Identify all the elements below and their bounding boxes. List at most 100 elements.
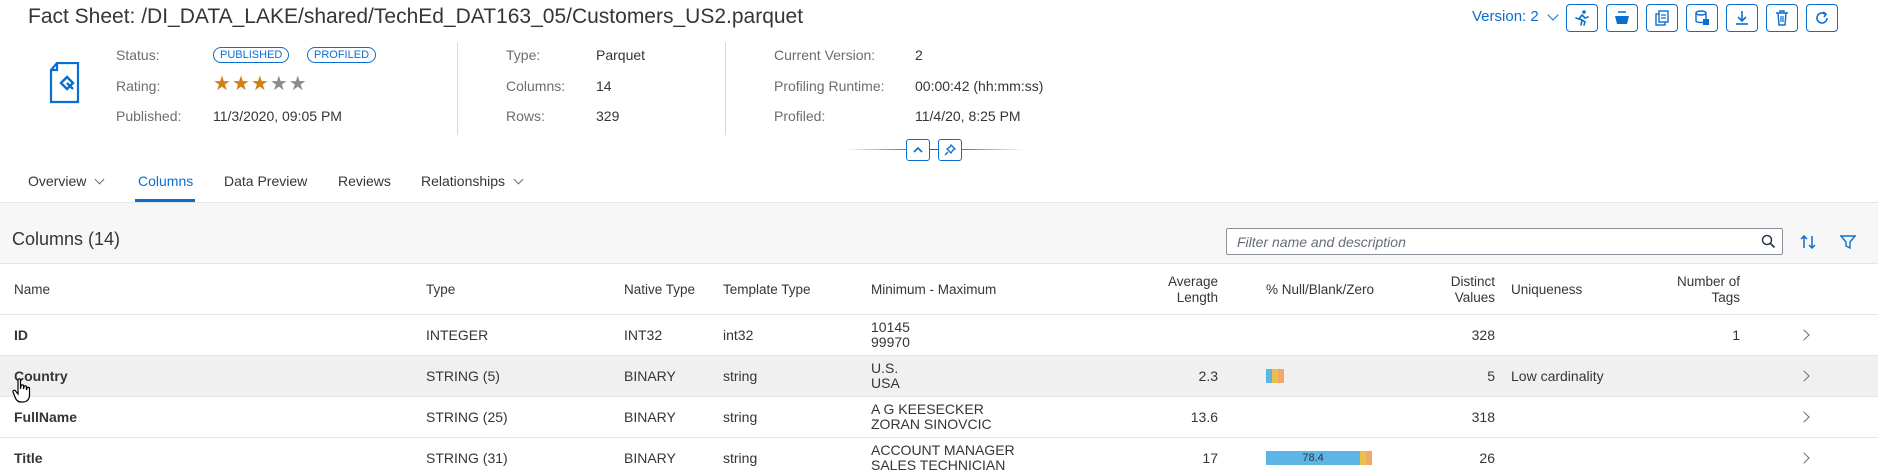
cell-max: USA <box>871 375 900 391</box>
collapse-header-button[interactable] <box>906 139 930 161</box>
chevron-right-icon[interactable] <box>1798 452 1810 464</box>
object-header: Fact Sheet: /DI_DATA_LAKE/shared/TechEd_… <box>0 0 1878 205</box>
rows-value: 329 <box>596 108 620 124</box>
table-row[interactable]: Country STRING (5) BINARY string U.S. US… <box>0 356 1878 397</box>
cell-min: 10145 <box>871 319 910 335</box>
column-header-line: Distinct <box>1450 274 1495 289</box>
section-title: Columns (14) <box>12 229 121 249</box>
table-header: Name Type Native Type Template Type Mini… <box>0 263 1878 315</box>
prepare-button[interactable] <box>1606 4 1638 32</box>
column-header-uniqueness[interactable]: Uniqueness <box>1511 282 1582 298</box>
star-icon: ★ <box>250 73 269 95</box>
tab-columns[interactable]: Columns <box>138 173 193 189</box>
tab-label: Columns <box>138 173 194 189</box>
document-icon <box>49 62 80 104</box>
status-badge-profiled: PROFILED <box>307 47 377 63</box>
download-button[interactable] <box>1726 4 1758 32</box>
tab-label: Reviews <box>338 173 391 189</box>
status-label: Status: <box>116 47 160 63</box>
cell-average-length: 17 <box>1202 450 1218 466</box>
cell-type: STRING (31) <box>426 450 508 466</box>
tab-reviews[interactable]: Reviews <box>338 173 391 189</box>
chevron-up-icon <box>913 146 923 153</box>
table-row[interactable]: Title STRING (31) BINARY string ACCOUNT … <box>0 438 1878 471</box>
columns-label: Columns: <box>506 78 566 94</box>
current-version-label: Current Version: <box>774 47 876 63</box>
columns-table: Name Type Native Type Template Type Mini… <box>0 263 1878 471</box>
table-row[interactable]: ID INTEGER INT32 int32 10145 99970 328 1 <box>0 315 1878 356</box>
profiling-runtime-value: 00:00:42 (hh:mm:ss) <box>915 78 1044 94</box>
column-header-distinct-values[interactable]: Distinct Values <box>1420 274 1495 306</box>
column-header-name[interactable]: Name <box>14 282 50 298</box>
chevron-right-icon[interactable] <box>1798 411 1810 423</box>
cell-name: ID <box>14 327 28 343</box>
database-copy-button[interactable] <box>1686 4 1718 32</box>
star-icon: ★ <box>213 73 231 95</box>
rating-label: Rating: <box>116 78 161 94</box>
divider <box>457 42 458 135</box>
cell-average-length: 2.3 <box>1198 368 1218 384</box>
download-icon <box>1736 11 1748 25</box>
cell-min-max: 10145 99970 <box>871 320 910 350</box>
chevron-down-icon <box>1547 8 1559 21</box>
column-header-min-max[interactable]: Minimum - Maximum <box>871 282 996 298</box>
version-select[interactable]: Version: 2 <box>1472 8 1559 25</box>
null-blank-zero-bar <box>1266 369 1284 383</box>
chevron-right-icon[interactable] <box>1798 370 1810 382</box>
search-icon[interactable] <box>1754 229 1782 254</box>
column-header-type[interactable]: Type <box>426 282 455 298</box>
refresh-button[interactable] <box>1806 4 1838 32</box>
chevron-right-icon[interactable] <box>1798 329 1810 341</box>
cell-distinct-values: 5 <box>1487 368 1495 384</box>
run-icon <box>1575 10 1589 26</box>
pin-header-button[interactable] <box>938 139 962 161</box>
table-row[interactable]: FullName STRING (25) BINARY string A G K… <box>0 397 1878 438</box>
cell-type: STRING (5) <box>426 368 500 384</box>
search-field[interactable] <box>1226 228 1783 255</box>
type-value: Parquet <box>596 47 646 63</box>
cell-native-type: BINARY <box>624 450 676 466</box>
cell-distinct-values: 26 <box>1479 450 1495 466</box>
tab-overview[interactable]: Overview <box>28 173 105 189</box>
star-icon: ★ <box>269 73 288 95</box>
column-header-number-of-tags[interactable]: Number of Tags <box>1640 274 1740 306</box>
profiled-label: Profiled: <box>774 108 826 124</box>
delete-button[interactable] <box>1766 4 1798 32</box>
cell-min-max: ACCOUNT MANAGER SALES TECHNICIAN <box>871 443 1015 471</box>
column-header-template-type[interactable]: Template Type <box>723 282 811 298</box>
tab-label: Data Preview <box>224 173 308 189</box>
column-header-line: Tags <box>1711 290 1740 305</box>
tab-relationships[interactable]: Relationships <box>421 173 524 189</box>
profiled-value: 11/4/20, 8:25 PM <box>915 108 1021 124</box>
filter-button[interactable] <box>1836 230 1860 254</box>
cell-max: ZORAN SINOVCIC <box>871 416 992 432</box>
cell-name: FullName <box>14 409 78 425</box>
columns-value: 14 <box>596 78 612 94</box>
column-header-average-length[interactable]: Average Length <box>1150 274 1218 306</box>
cell-min-max: U.S. USA <box>871 361 900 391</box>
cell-template-type: string <box>723 409 758 425</box>
cell-native-type: INT32 <box>624 327 663 343</box>
column-header-null-blank-zero[interactable]: % Null/Blank/Zero <box>1266 282 1374 298</box>
tab-label: Overview <box>28 173 87 189</box>
column-header-native-type[interactable]: Native Type <box>624 282 695 298</box>
run-button[interactable] <box>1566 4 1598 32</box>
cell-max: 99970 <box>871 334 910 350</box>
database-copy-icon <box>1695 10 1709 25</box>
hand-cursor-icon <box>12 378 31 403</box>
sort-button[interactable] <box>1796 230 1820 254</box>
filter-icon <box>1840 235 1856 250</box>
cell-average-length: 13.6 <box>1190 409 1218 425</box>
copy-icon <box>1655 10 1669 26</box>
column-header-line: Length <box>1176 290 1218 305</box>
cell-min: U.S. <box>871 360 899 376</box>
cell-type: INTEGER <box>426 327 489 343</box>
cell-template-type: string <box>723 450 758 466</box>
delete-icon <box>1776 10 1788 26</box>
zero-segment <box>1278 369 1284 383</box>
header-collapse-line <box>845 149 1025 150</box>
cell-name: Title <box>14 450 43 466</box>
search-input[interactable] <box>1227 233 1754 250</box>
copy-button[interactable] <box>1646 4 1678 32</box>
tab-data-preview[interactable]: Data Preview <box>224 173 307 189</box>
